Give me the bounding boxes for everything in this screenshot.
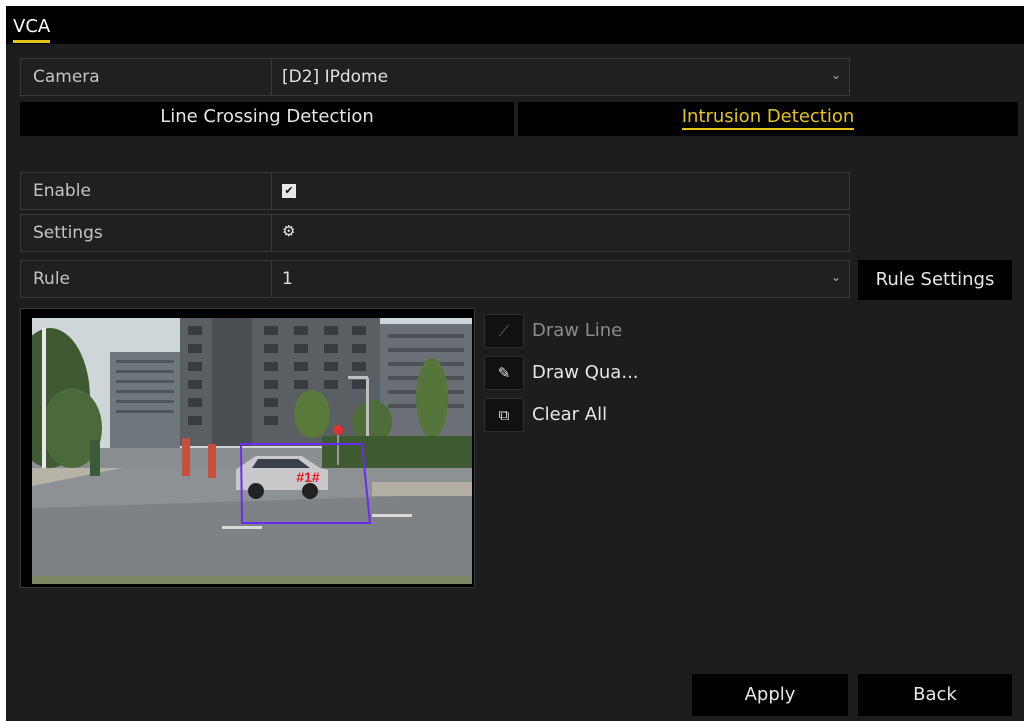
rule-select[interactable]: 1 ⌄ <box>271 261 849 297</box>
camera-row: Camera [D2] IPdome ⌄ <box>20 58 850 96</box>
tab-intrusion-detection[interactable]: Intrusion Detection <box>518 102 1018 136</box>
draw-line-tool[interactable]: ⟋ Draw Line <box>484 314 784 348</box>
camera-label: Camera <box>33 67 100 87</box>
region-label: #1# <box>296 469 320 485</box>
draw-line-label: Draw Line <box>532 320 623 341</box>
apply-button[interactable]: Apply <box>692 674 848 716</box>
clear-all-label: Clear All <box>532 404 608 425</box>
chevron-down-icon: ⌄ <box>830 270 841 284</box>
chevron-down-icon: ⌄ <box>830 68 841 82</box>
edit-icon: ✎ <box>484 356 524 390</box>
camera-preview-frame: #1# <box>20 308 475 588</box>
settings-label: Settings <box>33 223 103 243</box>
window-title: VCA <box>13 16 51 43</box>
tab-line-crossing-detection[interactable]: Line Crossing Detection <box>20 102 514 136</box>
draw-quadrilateral-label: Draw Qua... <box>532 362 639 383</box>
enable-cell: ✔ <box>271 173 849 209</box>
camera-value: [D2] IPdome <box>282 67 389 87</box>
back-button[interactable]: Back <box>858 674 1012 716</box>
pencil-icon: ⟋ <box>484 314 524 348</box>
draw-quadrilateral-tool[interactable]: ✎ Draw Qua... <box>484 356 784 390</box>
rule-settings-button[interactable]: Rule Settings <box>858 260 1012 300</box>
enable-label: Enable <box>33 181 91 201</box>
camera-select[interactable]: [D2] IPdome ⌄ <box>271 59 849 95</box>
enable-row: Enable ✔ <box>20 172 850 210</box>
vca-window: VCA Camera [D2] IPdome ⌄ Line Crossing D… <box>6 6 1024 721</box>
tab-line-crossing-label: Line Crossing Detection <box>160 106 374 127</box>
gear-icon[interactable]: ⚙ <box>282 222 295 240</box>
tab-intrusion-label: Intrusion Detection <box>681 106 855 130</box>
clear-all-tool[interactable]: ⧉ Clear All <box>484 398 784 432</box>
camera-preview[interactable]: #1# <box>32 318 472 584</box>
rule-value: 1 <box>282 269 293 289</box>
rule-label: Rule <box>33 269 71 289</box>
settings-row: Settings ⚙ <box>20 214 850 252</box>
settings-cell: ⚙ <box>271 215 849 251</box>
clear-icon: ⧉ <box>484 398 524 432</box>
enable-checkbox[interactable]: ✔ <box>282 184 296 198</box>
rule-row: Rule 1 ⌄ <box>20 260 850 298</box>
title-bar: VCA <box>6 6 1024 44</box>
